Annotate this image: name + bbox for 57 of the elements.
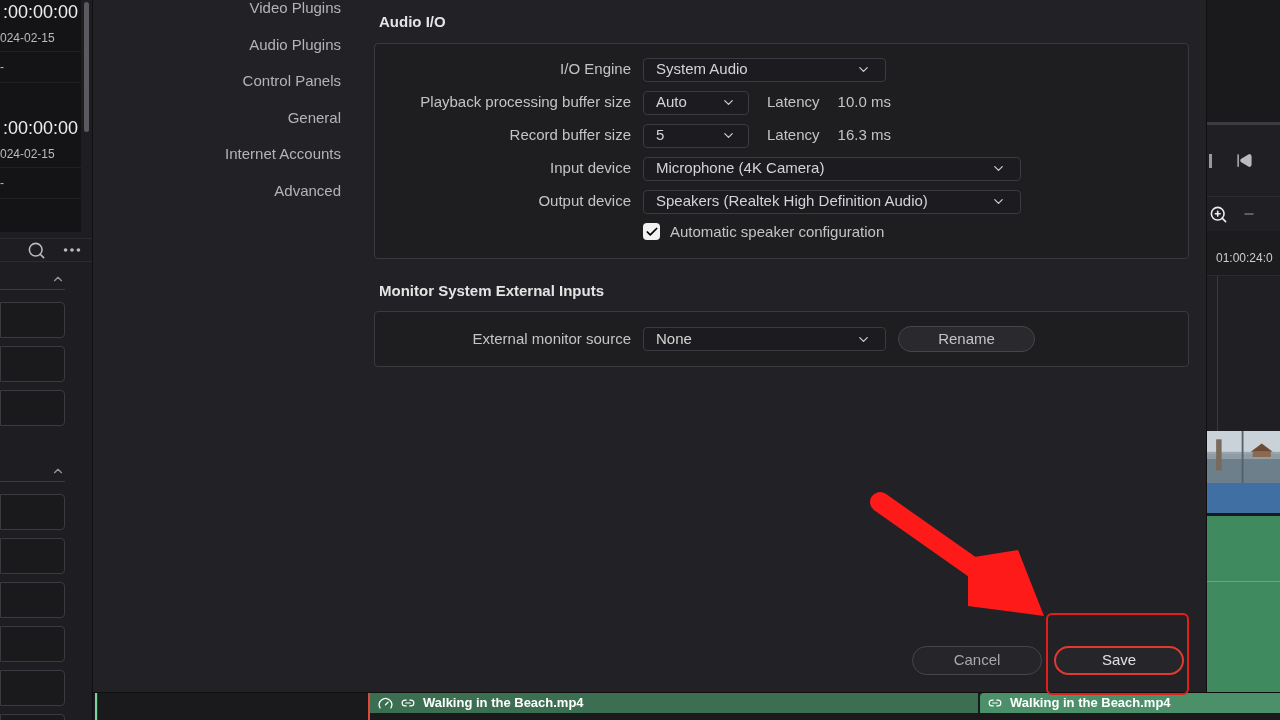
input-field[interactable] (0, 390, 65, 426)
clip-date: 024-02-15 (0, 146, 56, 163)
link-icon (401, 696, 415, 710)
field-label: I/O Engine (559, 59, 631, 80)
search-icon[interactable] (27, 240, 46, 260)
field-label: Playback processing buffer size (419, 92, 631, 113)
sidebar-item[interactable]: General (287, 99, 341, 137)
zoom-icon[interactable] (1209, 204, 1228, 224)
rename-button[interactable]: Rename (898, 326, 1035, 352)
field-label: Output device (537, 191, 631, 212)
section-title: Monitor System External Inputs (379, 280, 606, 301)
divider-bar-icon (1209, 153, 1212, 168)
speed-icon (378, 695, 393, 711)
input-field[interactable] (0, 670, 65, 706)
input-field[interactable] (0, 582, 65, 618)
audio-clip[interactable] (1207, 483, 1280, 513)
latency-label: Latency (767, 125, 820, 146)
input-field[interactable] (0, 494, 65, 530)
field-label: Input device (549, 158, 631, 179)
sidebar-item[interactable]: Advanced (274, 172, 341, 210)
dropdown[interactable]: 5 (643, 123, 749, 148)
timecode: :00:00:00 (3, 1, 80, 24)
clip-date: 024-02-15 (0, 30, 56, 47)
link-icon (988, 696, 1002, 710)
checkbox[interactable] (643, 223, 660, 241)
dropdown[interactable]: None (643, 327, 886, 351)
sidebar-item[interactable]: Internet Accounts (225, 136, 341, 173)
input-field[interactable] (0, 346, 65, 382)
section-title: Audio I/O (379, 12, 447, 32)
clip-detail: - (0, 167, 82, 198)
latency-label: Latency (767, 92, 820, 113)
input-field[interactable] (0, 626, 65, 662)
input-field[interactable] (0, 538, 65, 574)
cancel-button[interactable]: Cancel (912, 646, 1042, 675)
latency-value: 16.3 ms (837, 125, 891, 146)
sidebar-item[interactable]: Audio Plugins (249, 26, 341, 64)
save-button[interactable]: Save (1054, 646, 1184, 675)
dropdown[interactable]: Auto (643, 90, 749, 115)
sidebar-item[interactable]: Control Panels (242, 63, 341, 100)
sidebar-item[interactable]: Video Plugins (249, 0, 341, 27)
input-field[interactable] (0, 302, 65, 338)
ruler-timecode: 01:00:24:0 (1216, 250, 1273, 267)
clip-name: Walking in the Beach.mp4 (423, 694, 584, 713)
video-clip[interactable]: Walking in the Beach.mp4 (980, 693, 1280, 713)
skip-back-icon[interactable] (1236, 152, 1253, 169)
field-label: External monitor source (471, 328, 631, 349)
dropdown[interactable]: Speakers (Realtek High Definition Audio) (643, 189, 1021, 214)
field-label: Record buffer size (508, 125, 631, 146)
video-clip[interactable]: Walking in the Beach.mp4 (370, 693, 978, 713)
clip-name: Walking in the Beach.mp4 (1010, 694, 1171, 713)
checkbox-label: Automatic speaker configuration (670, 221, 885, 242)
latency-value: 10.0 ms (837, 92, 891, 113)
dropdown[interactable]: Microphone (4K Camera) (643, 156, 1021, 181)
timecode: :00:00:00 (3, 117, 80, 140)
scrollbar-thumb[interactable] (84, 2, 90, 132)
clip-detail: - (0, 51, 82, 82)
dropdown[interactable]: System Audio (643, 57, 886, 82)
